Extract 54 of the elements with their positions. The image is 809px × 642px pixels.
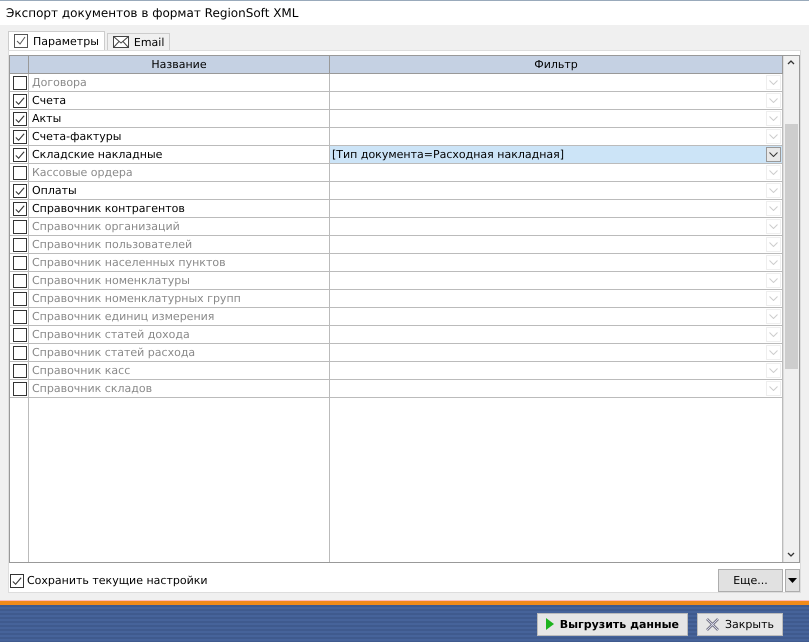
table-cell: Кассовые ордера (29, 164, 330, 181)
table-cell: Справочник единиц измерения (29, 308, 330, 325)
checkbox-label[interactable]: Сохранить текущие настройки (27, 574, 208, 587)
envelope-icon (112, 36, 129, 48)
checkbox[interactable] (13, 274, 27, 288)
checkbox[interactable] (13, 94, 27, 108)
scrollbar[interactable] (783, 56, 799, 562)
checkbox[interactable] (10, 574, 24, 588)
table-cell: Справочник номенклатуры (29, 272, 330, 289)
dropdown-icon[interactable] (766, 147, 781, 162)
checkbox[interactable] (13, 292, 27, 306)
checkbox[interactable] (13, 238, 27, 252)
table-cell: Справочник касс (29, 362, 330, 379)
scrollbar-thumb[interactable] (785, 124, 798, 369)
checkbox[interactable] (13, 256, 27, 270)
dropdown-button[interactable] (785, 569, 800, 592)
table-cell: Справочник организаций (29, 218, 330, 235)
tab[interactable]: Email (106, 33, 170, 50)
column-header: Название (29, 56, 330, 73)
checkbox[interactable] (13, 148, 27, 162)
close-button[interactable]: Закрыть (697, 612, 783, 636)
table-cell: Договора (29, 74, 330, 91)
tab[interactable]: Параметры (8, 31, 105, 50)
play-icon (546, 618, 554, 630)
more-button[interactable]: Еще... (718, 569, 783, 592)
table-cell: Справочник населенных пунктов (29, 254, 330, 271)
table-cell: Счета-фактуры (29, 128, 330, 145)
table-cell: Справочник статей дохода (29, 326, 330, 343)
table-cell: Справочник контрагентов (29, 200, 330, 217)
checkbox[interactable] (13, 112, 27, 126)
table-cell: Акты (29, 110, 330, 127)
checkbox[interactable] (13, 184, 27, 198)
checkbox[interactable] (13, 76, 27, 90)
check-icon (14, 34, 28, 48)
checkbox[interactable] (13, 328, 27, 342)
table-cell: Счета (29, 92, 330, 109)
checkbox[interactable] (13, 166, 27, 180)
checkbox[interactable] (13, 220, 27, 234)
table-cell: Справочник номенклатурных групп (29, 290, 330, 307)
checkbox[interactable] (13, 130, 27, 144)
filter-cell[interactable]: [Тип документа=Расходная накладная] (330, 146, 783, 163)
window-title: Экспорт документов в формат RegionSoft XML (0, 0, 809, 25)
caret-icon (788, 578, 797, 583)
table-cell: Оплаты (29, 182, 330, 199)
close-icon (706, 618, 719, 630)
checkbox[interactable] (13, 310, 27, 324)
checkbox[interactable] (13, 382, 27, 396)
table-cell: Справочник пользователей (29, 236, 330, 253)
table-cell: Справочник статей расхода (29, 344, 330, 361)
table-cell: Справочник складов (29, 380, 330, 397)
checkbox[interactable] (13, 346, 27, 360)
checkbox[interactable] (13, 202, 27, 216)
checkbox[interactable] (13, 364, 27, 378)
export-button[interactable]: Выгрузить данные (536, 612, 688, 636)
